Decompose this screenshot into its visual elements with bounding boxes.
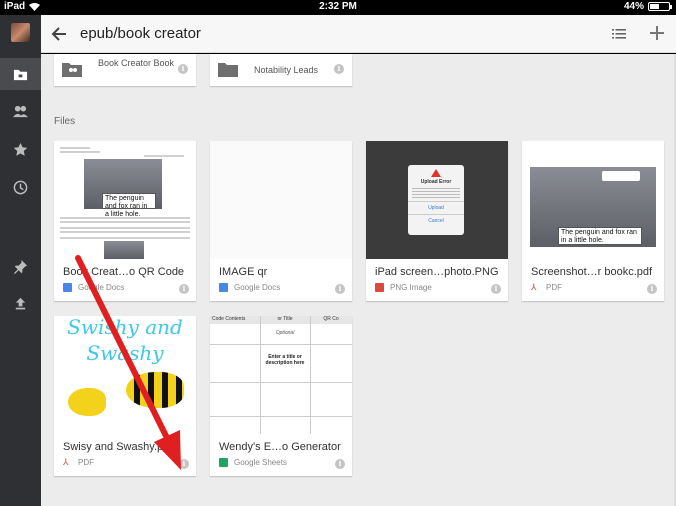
- upload-button[interactable]: [0, 287, 41, 319]
- battery-percent: 44%: [623, 1, 644, 12]
- recent-button[interactable]: [0, 171, 41, 203]
- shared-with-me-button[interactable]: [0, 95, 41, 127]
- file-thumbnail: Swishy and Swashy: [54, 316, 196, 434]
- status-bar: iPad 2:32 PM 44%: [0, 0, 676, 15]
- info-icon[interactable]: i: [334, 64, 344, 74]
- story-caption: The penguin and fox ran in a little hole…: [102, 193, 156, 218]
- pdf-icon: ⅄: [531, 282, 537, 292]
- story-caption: The penguin and fox ran in a little hole…: [558, 227, 642, 245]
- info-icon[interactable]: i: [179, 459, 189, 469]
- pin-icon: [13, 259, 28, 274]
- file-card[interactable]: Upload Error Upload Cancel iPad screen…p…: [366, 141, 508, 301]
- file-name: Screenshot…r bookc.pdf: [531, 266, 653, 278]
- clock-icon: [13, 180, 28, 194]
- file-name: Book Creat…o QR Code: [63, 266, 185, 278]
- file-card[interactable]: Swishy and Swashy Swisy and Swashy.pdf ⅄…: [54, 316, 196, 476]
- shared-folder-icon: [62, 63, 82, 77]
- info-icon[interactable]: i: [335, 459, 345, 469]
- info-icon[interactable]: i: [179, 284, 189, 294]
- fish-illustration: [126, 372, 184, 408]
- file-card[interactable]: The penguin and fox ran in a little hole…: [522, 141, 664, 301]
- pdf-icon: ⅄: [63, 457, 69, 467]
- file-card[interactable]: IMAGE qr Google Docs i: [210, 141, 352, 301]
- folder-name: Notability Leads: [254, 65, 319, 75]
- status-time: 2:32 PM: [319, 1, 357, 12]
- file-name: Wendy's E…o Generator: [219, 441, 341, 453]
- file-type: PDF: [546, 283, 562, 292]
- file-type: Google Sheets: [234, 458, 287, 467]
- info-icon[interactable]: i: [335, 284, 345, 294]
- file-thumbnail: [210, 141, 352, 259]
- file-thumbnail: The penguin and fox ran in a little hole…: [54, 141, 196, 259]
- back-arrow-icon[interactable]: [50, 25, 68, 43]
- info-icon[interactable]: i: [178, 64, 188, 74]
- add-icon[interactable]: [649, 25, 665, 41]
- fish-illustration: [68, 388, 106, 416]
- folder-card[interactable]: Notability Leads i: [210, 54, 352, 86]
- list-view-icon[interactable]: [612, 27, 626, 41]
- folder-name: Book Creator Book: [98, 58, 175, 68]
- avatar[interactable]: [11, 23, 30, 42]
- folder-card[interactable]: Book Creator Book i: [54, 54, 196, 86]
- file-thumbnail: The penguin and fox ran in a little hole…: [522, 141, 664, 259]
- page-title: epub/book creator: [80, 25, 201, 42]
- battery-icon: [648, 2, 672, 11]
- docs-icon: [219, 283, 228, 292]
- drive-folder-icon: [13, 69, 28, 80]
- upload-icon: [15, 297, 26, 309]
- offline-button[interactable]: [0, 250, 41, 282]
- info-icon[interactable]: i: [647, 284, 657, 294]
- file-thumbnail: Upload Error Upload Cancel: [366, 141, 508, 259]
- file-type: PNG Image: [390, 283, 432, 292]
- app-header: epub/book creator: [41, 15, 676, 53]
- file-browser: Book Creator Book i Notability Leads i F…: [41, 54, 676, 506]
- star-icon: [13, 142, 28, 156]
- nav-rail: [0, 15, 41, 506]
- folder-icon: [218, 63, 238, 77]
- info-icon[interactable]: i: [491, 284, 501, 294]
- file-thumbnail: Code Contents or Title QR Co Optional En…: [210, 316, 352, 434]
- sheets-icon: [219, 458, 228, 467]
- swishy-title: Swishy and Swashy: [67, 316, 183, 365]
- my-drive-button[interactable]: [0, 58, 41, 90]
- file-card[interactable]: Code Contents or Title QR Co Optional En…: [210, 316, 352, 476]
- files-section-label: Files: [54, 116, 76, 127]
- dialog-preview: Upload Error Upload Cancel: [408, 165, 464, 235]
- file-type: Google Docs: [234, 283, 281, 292]
- people-icon: [13, 105, 28, 117]
- file-name: IMAGE qr: [219, 266, 268, 278]
- starred-button[interactable]: [0, 133, 41, 165]
- file-card[interactable]: The penguin and fox ran in a little hole…: [54, 141, 196, 301]
- image-icon: [375, 283, 384, 292]
- docs-icon: [63, 283, 72, 292]
- file-name: Swisy and Swashy.pdf: [63, 441, 173, 453]
- file-type: Google Docs: [78, 283, 125, 292]
- file-name: iPad screen…photo.PNG: [375, 266, 499, 278]
- file-type: PDF: [78, 458, 94, 467]
